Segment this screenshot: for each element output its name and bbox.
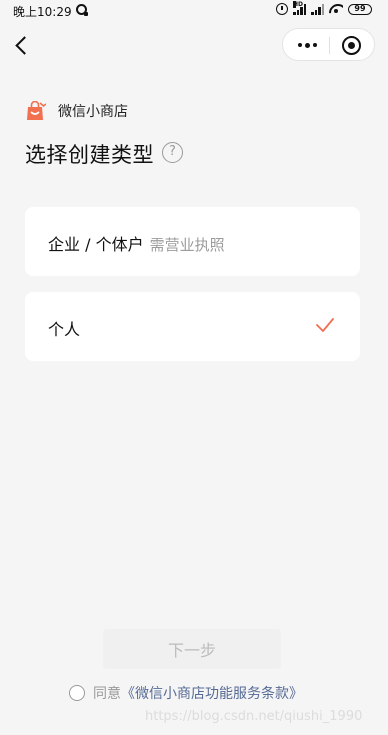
- mini-program-capsule: [282, 28, 375, 61]
- status-icons: HD 99: [276, 0, 372, 16]
- signal-2-icon: [311, 3, 324, 15]
- option-personal[interactable]: 个人: [25, 292, 360, 361]
- signal-icon: HD: [293, 0, 306, 15]
- app-notification-icon: [76, 4, 88, 16]
- battery-icon: 99: [348, 3, 372, 15]
- capsule-divider: [329, 37, 330, 54]
- page-title: 选择创建类型: [25, 143, 154, 167]
- more-icon[interactable]: [295, 37, 319, 54]
- alarm-icon: [276, 3, 288, 15]
- screen: 晚上10:29 HD 99 微信小商店 选择创建类型 ? 企业 / 个体户 需营…: [0, 0, 388, 735]
- brand-name: 微信小商店: [58, 104, 128, 120]
- status-bar: 晚上10:29 HD 99: [0, 0, 388, 22]
- close-mini-program-icon[interactable]: [342, 36, 361, 55]
- brand: 微信小商店: [26, 101, 128, 121]
- help-icon[interactable]: ?: [162, 142, 183, 163]
- wifi-icon: [329, 4, 343, 14]
- option-personal-label: 个人: [48, 320, 81, 339]
- check-icon: [316, 318, 334, 332]
- agreement-row: 同意《微信小商店功能服务条款》: [69, 683, 303, 703]
- option-business-hint: 需营业执照: [149, 236, 225, 254]
- next-button[interactable]: 下一步: [103, 629, 281, 669]
- shop-bag-icon: [27, 101, 46, 120]
- back-arrow-icon[interactable]: [13, 36, 31, 54]
- option-business-title: 企业 / 个体户: [48, 235, 144, 254]
- status-time: 晚上10:29: [13, 5, 72, 19]
- option-business-label: 企业 / 个体户 需营业执照: [48, 231, 225, 255]
- watermark: https://blog.csdn.net/qiushi_1990: [145, 709, 363, 724]
- option-business[interactable]: 企业 / 个体户 需营业执照: [25, 207, 360, 276]
- terms-link[interactable]: 《微信小商店功能服务条款》: [121, 686, 303, 702]
- agree-radio[interactable]: [69, 685, 85, 701]
- signal-hd-label: HD: [293, 0, 304, 8]
- agree-text: 同意《微信小商店功能服务条款》: [93, 683, 303, 703]
- agree-prefix: 同意: [93, 686, 121, 702]
